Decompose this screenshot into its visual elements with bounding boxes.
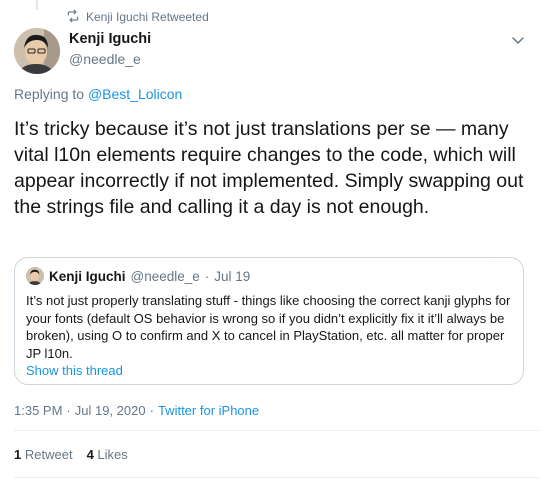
divider: [14, 430, 539, 431]
divider: [14, 477, 539, 478]
retweet-context[interactable]: Kenji Iguchi Retweeted: [66, 9, 209, 25]
retweet-label: Kenji Iguchi Retweeted: [86, 10, 209, 24]
chevron-down-icon[interactable]: [510, 32, 526, 48]
like-stat[interactable]: 4 Likes: [87, 447, 128, 462]
replying-to: Replying to @Best_Lolicon: [14, 86, 182, 102]
retweet-count: 1: [14, 447, 22, 462]
tweet-meta: 1:35 PM · Jul 19, 2020 · Twitter for iPh…: [14, 403, 259, 418]
quote-handle: @needle_e: [130, 268, 200, 284]
quote-display-name: Kenji Iguchi: [49, 268, 126, 284]
quoted-tweet[interactable]: Kenji Iguchi @needle_e · Jul 19 It’s not…: [14, 257, 524, 385]
tweet-body: It’s tricky because it’s not just transl…: [14, 118, 524, 218]
retweet-stat-label: Retweet: [24, 447, 73, 462]
quote-body: It’s not just properly translating stuff…: [26, 293, 511, 361]
tweet-time[interactable]: 1:35 PM: [14, 403, 62, 418]
reply-target-link[interactable]: @Best_Lolicon: [88, 86, 182, 102]
quote-header: Kenji Iguchi @needle_e · Jul 19: [26, 267, 250, 285]
meta-separator: ·: [66, 403, 71, 418]
tweet-stats: 1 Retweet 4 Likes: [14, 447, 128, 462]
like-count: 4: [86, 447, 94, 462]
like-stat-label: Likes: [97, 447, 128, 462]
tweet-source-link[interactable]: Twitter for iPhone: [158, 403, 259, 418]
author-display-name[interactable]: Kenji Iguchi: [69, 30, 151, 49]
avatar[interactable]: [14, 28, 60, 74]
retweet-icon: [66, 9, 80, 26]
show-thread-link[interactable]: Show this thread: [26, 363, 123, 378]
quote-date: Jul 19: [214, 268, 251, 284]
thread-connector: [36, 0, 38, 10]
quote-separator: ·: [204, 268, 210, 284]
author-info[interactable]: Kenji Iguchi @needle_e: [69, 30, 151, 69]
tweet-date[interactable]: Jul 19, 2020: [75, 403, 146, 418]
author-handle[interactable]: @needle_e: [69, 49, 151, 69]
quote-avatar: [26, 267, 44, 285]
meta-separator: ·: [149, 403, 154, 418]
retweet-stat[interactable]: 1 Retweet: [14, 447, 73, 462]
replying-prefix: Replying to: [14, 86, 85, 102]
